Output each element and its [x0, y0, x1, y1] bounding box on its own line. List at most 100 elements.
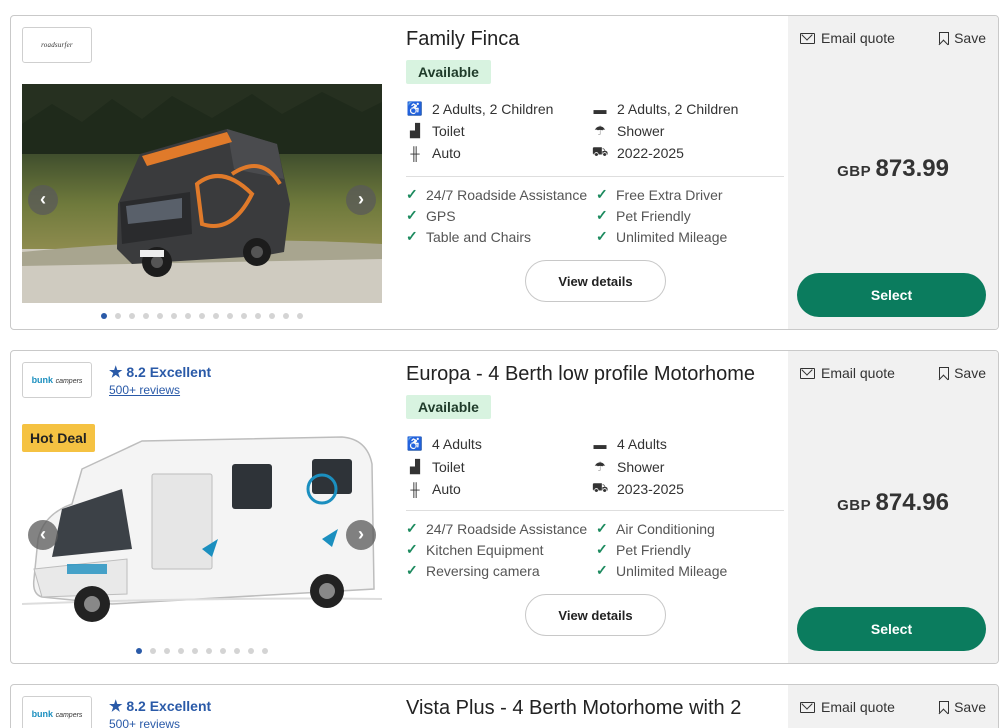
- gallery-dot[interactable]: [157, 313, 163, 319]
- gallery-dot[interactable]: [297, 313, 303, 319]
- listing-title[interactable]: Vista Plus - 4 Berth Motorhome with 2: [406, 697, 741, 720]
- email-quote-button[interactable]: Email quote: [800, 30, 895, 46]
- gallery-next-button[interactable]: ›: [346, 520, 376, 550]
- gallery-dot[interactable]: [199, 313, 205, 319]
- availability-badge: Available: [406, 60, 491, 84]
- section-divider: [406, 176, 784, 177]
- feature-label: Unlimited Mileage: [616, 562, 728, 579]
- save-label: Save: [954, 365, 986, 381]
- listing-details: Family Finca Available ♿ 2 Adults, 2 Chi…: [391, 16, 789, 329]
- email-quote-button[interactable]: Email quote: [800, 699, 895, 715]
- star-icon: ★: [109, 698, 123, 715]
- gallery-dot[interactable]: [283, 313, 289, 319]
- listing-card: bunk campers ★ 8.2 Excellent 500+ review…: [10, 350, 999, 664]
- rating: ★ 8.2 Excellent: [109, 697, 211, 715]
- gallery-dot[interactable]: [136, 648, 142, 654]
- reviews-link[interactable]: 500+ reviews: [109, 383, 180, 397]
- gallery-dot[interactable]: [178, 648, 184, 654]
- gallery-dot[interactable]: [129, 313, 135, 319]
- check-icon: ✓: [406, 562, 418, 578]
- gallery-dot[interactable]: [143, 313, 149, 319]
- gallery-dot[interactable]: [248, 648, 254, 654]
- camper-photo[interactable]: ‹ ›: [22, 84, 382, 303]
- spec-beds: ▬ 2 Adults, 2 Children: [591, 101, 739, 117]
- star-icon: ★: [109, 364, 123, 381]
- save-button[interactable]: Save: [939, 699, 986, 715]
- gallery-prev-button[interactable]: ‹: [28, 520, 58, 550]
- feature-item: ✓ 24/7 Roadside Assistance: [406, 520, 587, 537]
- gallery-dot[interactable]: [255, 313, 261, 319]
- feature-label: Unlimited Mileage: [616, 228, 728, 245]
- gallery-next-button[interactable]: ›: [346, 185, 376, 215]
- price-panel: Email quote Save GBP 873.99 Select: [788, 16, 998, 329]
- gallery-dot[interactable]: [164, 648, 170, 654]
- feature-item: ✓ Table and Chairs: [406, 228, 531, 245]
- gallery-dot[interactable]: [227, 313, 233, 319]
- save-button[interactable]: Save: [939, 365, 986, 381]
- bookmark-icon: [939, 31, 950, 45]
- check-icon: ✓: [406, 228, 418, 244]
- gallery-dot[interactable]: [192, 648, 198, 654]
- spec-years-value: 2022-2025: [617, 145, 684, 161]
- gallery-dot[interactable]: [234, 648, 240, 654]
- spec-beds: ▬ 4 Adults: [591, 436, 667, 452]
- save-button[interactable]: Save: [939, 30, 986, 46]
- spec-shower: ☂ Shower: [591, 123, 664, 139]
- section-divider: [406, 510, 784, 511]
- feature-label: Free Extra Driver: [616, 186, 723, 203]
- feature-label: 24/7 Roadside Assistance: [426, 186, 588, 203]
- feature-item: ✓ Air Conditioning: [596, 520, 715, 537]
- bunk-logo-text: bunk campers: [32, 709, 83, 719]
- view-details-button[interactable]: View details: [525, 260, 666, 302]
- gallery-dot[interactable]: [150, 648, 156, 654]
- camper-van-image: [22, 84, 382, 303]
- gallery-dot[interactable]: [171, 313, 177, 319]
- gallery-dot[interactable]: [269, 313, 275, 319]
- select-button[interactable]: Select: [797, 607, 986, 651]
- listing-title[interactable]: Family Finca: [406, 28, 519, 51]
- listing-gallery: bunk campers ★ 8.2 Excellent 500+ review…: [11, 685, 391, 728]
- gallery-dot[interactable]: [206, 648, 212, 654]
- gallery-dot[interactable]: [115, 313, 121, 319]
- spec-transmission-value: Auto: [432, 481, 461, 497]
- feature-item: ✓ GPS: [406, 207, 456, 224]
- save-label: Save: [954, 30, 986, 46]
- gallery-dot[interactable]: [101, 313, 107, 319]
- spec-toilet-value: Toilet: [432, 459, 465, 475]
- toilet-icon: ▟: [410, 459, 420, 474]
- envelope-icon: [800, 367, 815, 379]
- gallery-dot[interactable]: [262, 648, 268, 654]
- spec-beds-value: 2 Adults, 2 Children: [617, 101, 739, 117]
- shower-icon: ☂: [594, 123, 606, 138]
- gallery-dots: [136, 648, 268, 656]
- spec-seats-value: 2 Adults, 2 Children: [432, 101, 554, 117]
- spec-transmission: ╫ Auto: [406, 145, 461, 161]
- price-display: GBP 874.96: [788, 489, 998, 517]
- email-quote-button[interactable]: Email quote: [800, 365, 895, 381]
- view-details-button[interactable]: View details: [525, 594, 666, 636]
- gallery-dot[interactable]: [241, 313, 247, 319]
- spec-toilet: ▟ Toilet: [406, 459, 465, 475]
- spec-shower: ☂ Shower: [591, 459, 664, 475]
- gallery-dot[interactable]: [213, 313, 219, 319]
- spec-beds-value: 4 Adults: [617, 436, 667, 452]
- spec-transmission-value: Auto: [432, 145, 461, 161]
- feature-label: GPS: [426, 207, 456, 224]
- bunk-logo-main: bunk: [31, 709, 54, 719]
- envelope-icon: [800, 701, 815, 713]
- gallery-prev-button[interactable]: ‹: [28, 185, 58, 215]
- listing-title[interactable]: Europa - 4 Berth low profile Motorhome: [406, 363, 755, 386]
- price-currency: GBP: [837, 163, 872, 180]
- select-button[interactable]: Select: [797, 273, 986, 317]
- gallery-dot[interactable]: [185, 313, 191, 319]
- reviews-link[interactable]: 500+ reviews: [109, 717, 180, 728]
- feature-label: Air Conditioning: [616, 520, 715, 537]
- vehicle-icon: ⛟: [591, 144, 609, 159]
- gallery-dot[interactable]: [220, 648, 226, 654]
- check-icon: ✓: [596, 207, 608, 223]
- check-icon: ✓: [406, 207, 418, 223]
- listing-details: Vista Plus - 4 Berth Motorhome with 2: [391, 685, 789, 728]
- email-quote-label: Email quote: [821, 699, 895, 715]
- check-icon: ✓: [596, 186, 608, 202]
- check-icon: ✓: [406, 541, 418, 557]
